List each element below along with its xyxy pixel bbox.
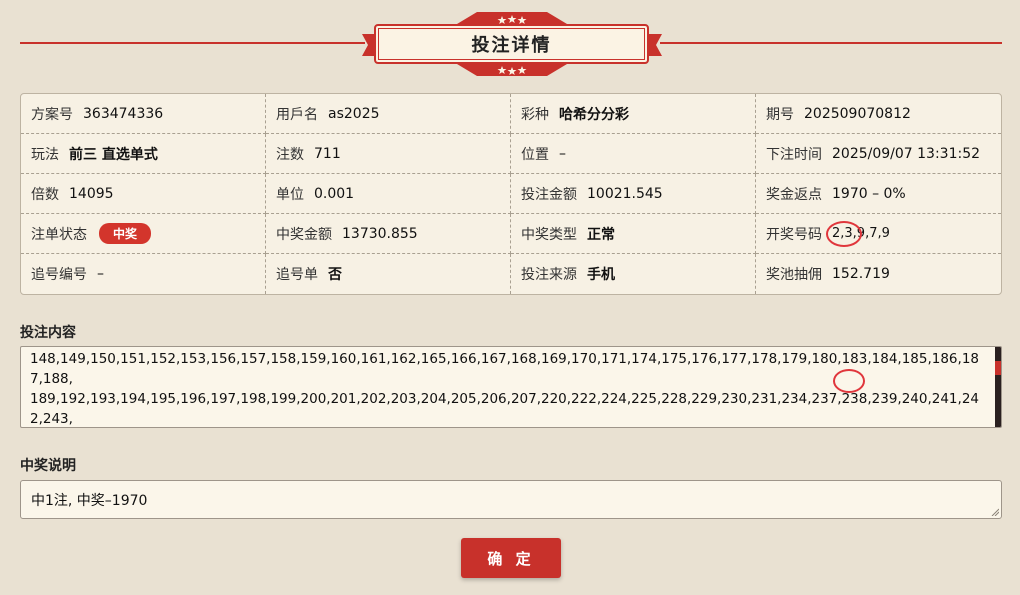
- value-issue: 202509070812: [804, 105, 911, 122]
- value-lottery: 哈希分分彩: [559, 106, 629, 123]
- value-chase-order: 否: [328, 267, 342, 283]
- dialog-header: 投注详情: [0, 0, 1020, 80]
- value-unit: 0.001: [314, 185, 355, 202]
- cell-plan-no: 方案号 363474336: [21, 94, 266, 134]
- value-rebate: 1970 – 0%: [832, 185, 906, 202]
- bet-content-label: 投注内容: [20, 325, 76, 341]
- bet-content-text: 148,149,150,151,152,153,156,157,158,159,…: [30, 351, 979, 427]
- label-username: 用戶名: [276, 106, 318, 123]
- label-position: 位置: [521, 146, 549, 163]
- cell-bet-count: 注数 711: [266, 134, 511, 174]
- label-win-type: 中奖类型: [521, 226, 577, 243]
- value-chase-no: –: [97, 266, 104, 282]
- cell-chase-order: 追号单否: [266, 254, 511, 294]
- value-plan-no: 363474336: [83, 105, 164, 122]
- cell-username: 用戶名 as2025: [266, 94, 511, 134]
- cell-bet-source: 投注来源 手机: [511, 254, 756, 294]
- scrollbar[interactable]: [995, 347, 1001, 427]
- cell-lottery: 彩种 哈希分分彩: [511, 94, 756, 134]
- label-pool-commission: 奖池抽佣: [766, 267, 822, 283]
- cell-bet-amount: 投注金额 10021.545: [511, 174, 756, 214]
- win-note-label: 中奖说明: [20, 458, 76, 474]
- resize-grip-icon[interactable]: [991, 508, 999, 516]
- label-draw-numbers: 开奖号码: [766, 226, 822, 243]
- bet-info-grid: 方案号 363474336 用戶名 as2025 彩种 哈希分分彩 期号 2025090…: [20, 93, 1002, 295]
- value-bet-count: 711: [314, 145, 341, 162]
- value-bet-source: 手机: [587, 267, 615, 283]
- cell-issue: 期号 202509070812: [756, 94, 1001, 134]
- cell-pool-commission: 奖池抽佣 152.719: [756, 254, 1001, 294]
- value-play-type: 前三 直选单式: [69, 146, 158, 163]
- confirm-button[interactable]: 确 定: [461, 538, 561, 578]
- value-win-amount: 13730.855: [342, 225, 418, 242]
- cell-unit: 单位 0.001: [266, 174, 511, 214]
- label-issue: 期号: [766, 106, 794, 123]
- value-bet-amount: 10021.545: [587, 185, 663, 202]
- win-note-text: 中1注, 中奖–1970: [31, 493, 148, 509]
- win-note-textarea[interactable]: 中1注, 中奖–1970: [20, 480, 1002, 519]
- label-multiplier: 倍数: [31, 186, 59, 203]
- cell-play-type: 玩法 前三 直选单式: [21, 134, 266, 174]
- cell-chase-no: 追号编号 –: [21, 254, 266, 294]
- status-badge: 中奖: [99, 223, 152, 244]
- label-play-type: 玩法: [31, 146, 59, 163]
- label-bet-time: 下注时间: [766, 146, 822, 163]
- bet-content-textarea[interactable]: 148,149,150,151,152,153,156,157,158,159,…: [20, 346, 1002, 428]
- label-bet-source: 投注来源: [521, 267, 577, 283]
- title-box: 投注详情: [374, 24, 649, 64]
- cell-rebate: 奖金返点 1970 – 0%: [756, 174, 1001, 214]
- value-username: as2025: [328, 105, 380, 122]
- value-pool-commission: 152.719: [832, 266, 890, 282]
- value-draw-numbers: 2,3,9,7,9: [832, 226, 890, 241]
- cell-multiplier: 倍数 14095: [21, 174, 266, 214]
- label-rebate: 奖金返点: [766, 186, 822, 203]
- label-lottery: 彩种: [521, 106, 549, 123]
- label-chase-order: 追号单: [276, 267, 318, 283]
- value-multiplier: 14095: [69, 185, 114, 202]
- value-win-type: 正常: [587, 226, 615, 243]
- cell-bet-time: 下注时间 2025/09/07 13:31:52: [756, 134, 1001, 174]
- label-bet-count: 注数: [276, 146, 304, 163]
- label-plan-no: 方案号: [31, 106, 73, 123]
- header-rule-right: [660, 42, 1002, 44]
- label-unit: 单位: [276, 186, 304, 203]
- cell-bet-status: 注单状态 中奖: [21, 214, 266, 254]
- value-bet-time: 2025/09/07 13:31:52: [832, 145, 981, 162]
- header-rule-left: [20, 42, 365, 44]
- label-win-amount: 中奖金额: [276, 226, 332, 243]
- scrollbar-thumb[interactable]: [995, 361, 1001, 375]
- cell-draw-numbers: 开奖号码 2,3,9,7,9: [756, 214, 1001, 254]
- cell-position: 位置 –: [511, 134, 756, 174]
- value-position: –: [559, 145, 566, 162]
- label-bet-status: 注单状态: [31, 226, 87, 243]
- cell-win-amount: 中奖金额 13730.855: [266, 214, 511, 254]
- page-title: 投注详情: [471, 35, 552, 56]
- label-bet-amount: 投注金额: [521, 186, 577, 203]
- label-chase-no: 追号编号: [31, 267, 87, 283]
- cell-win-type: 中奖类型 正常: [511, 214, 756, 254]
